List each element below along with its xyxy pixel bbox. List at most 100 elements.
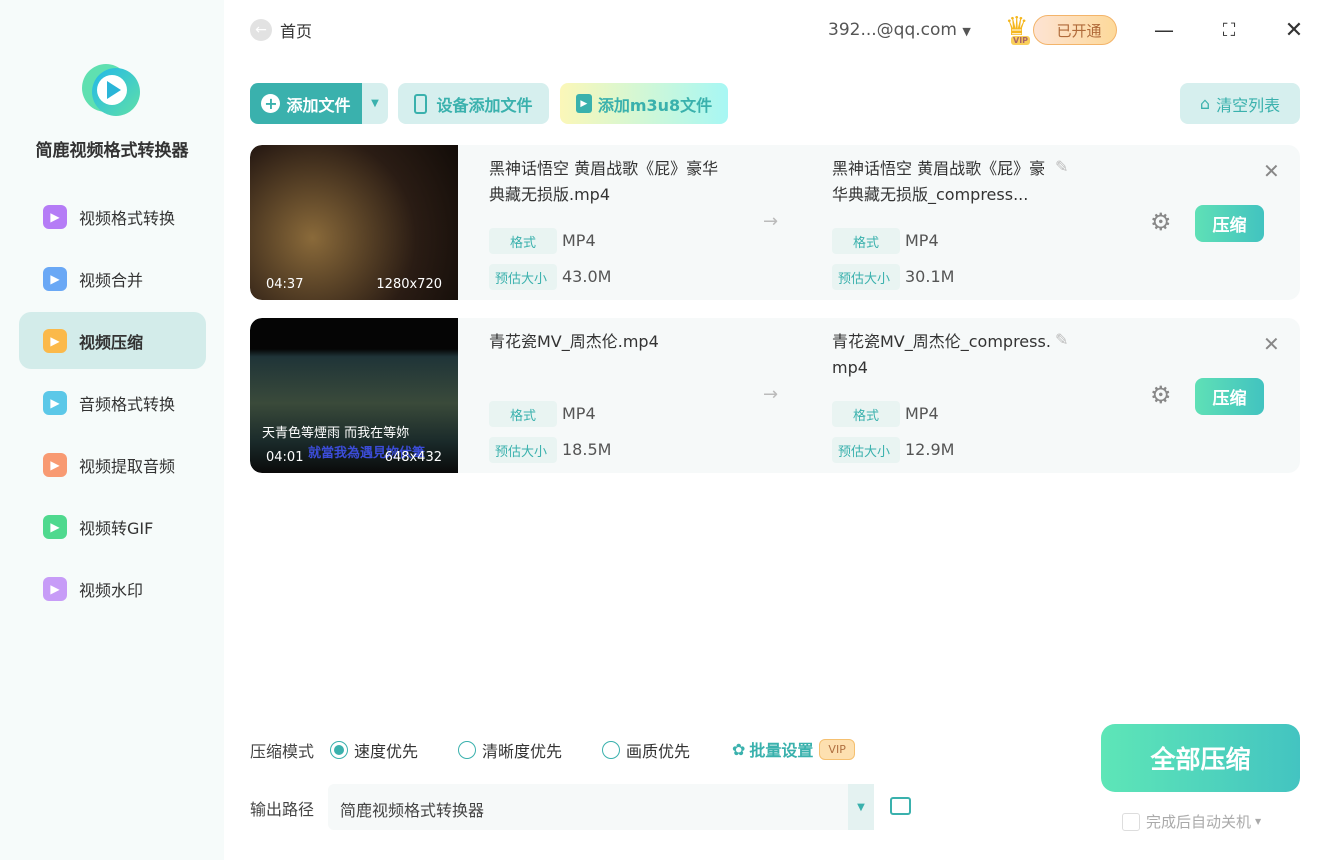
compress-mode-option[interactable]: 清晰度优先	[458, 738, 562, 762]
auto-shutdown-checkbox[interactable]: 完成后自动关机 ▼	[1122, 811, 1261, 832]
clear-list-label: 清空列表	[1216, 92, 1280, 116]
format-tag: 格式	[489, 401, 557, 427]
extract-audio-icon: ▶	[43, 453, 67, 477]
radio-button[interactable]	[458, 741, 476, 759]
size-tag: 预估大小	[832, 437, 900, 463]
source-size: 43.0M	[562, 267, 611, 286]
add-file-button[interactable]: + 添加文件	[250, 83, 362, 124]
gear-icon: ✿	[732, 740, 745, 759]
app-name: 简鹿视频格式转换器	[0, 136, 224, 161]
output-filename: 黑神话悟空 黄眉战歌《屁》豪华典藏无损版_compress...	[832, 156, 1052, 208]
size-tag: 预估大小	[489, 264, 557, 290]
sidebar-item-label: 视频水印	[79, 577, 143, 601]
sidebar-item-label: 视频压缩	[79, 329, 143, 353]
output-filename: 青花瓷MV_周杰伦_compress.mp4	[832, 329, 1052, 381]
video-merge-icon: ▶	[43, 267, 67, 291]
radio-button[interactable]	[602, 741, 620, 759]
format-tag: 格式	[832, 401, 900, 427]
vip-status: 已开通	[1033, 15, 1117, 45]
sidebar-item[interactable]: ▶视频格式转换	[19, 188, 206, 245]
sidebar-item-label: 视频合并	[79, 267, 143, 291]
sidebar-item[interactable]: ▶ 视频压缩	[19, 312, 206, 369]
compress-button[interactable]: 压缩	[1195, 205, 1264, 242]
phone-icon	[414, 94, 427, 114]
home-link[interactable]: ← 首页	[250, 18, 312, 42]
sidebar-item[interactable]: ▶ 音频格式转换	[19, 374, 206, 431]
minimize-button[interactable]: —	[1150, 16, 1178, 44]
compress-all-button[interactable]: 全部压缩	[1101, 724, 1300, 792]
source-format: MP4	[562, 231, 596, 250]
video-compress-icon: ▶	[43, 329, 67, 353]
caret-down-icon: ▼	[962, 25, 970, 38]
source-filename: 青花瓷MV_周杰伦.mp4	[489, 329, 729, 355]
file-card: 天青色等煙雨 而我在等妳 就當我為遇見妳伏筆 04:01 648x432 青花瓷…	[250, 318, 1300, 473]
format-tag: 格式	[489, 228, 557, 254]
plus-circle-icon: +	[261, 94, 280, 113]
video-thumbnail[interactable]: 天青色等煙雨 而我在等妳 就當我為遇見妳伏筆 04:01 648x432	[250, 318, 458, 473]
radio-button[interactable]	[330, 741, 348, 759]
compress-button[interactable]: 压缩	[1195, 378, 1264, 415]
folder-icon[interactable]	[890, 797, 911, 815]
format-tag: 格式	[832, 228, 900, 254]
video-resolution: 1280x720	[376, 277, 442, 292]
caret-down-icon: ▼	[848, 784, 874, 830]
output-path-select[interactable]: 简鹿视频格式转换器 ▼	[328, 784, 874, 830]
settings-gear-icon[interactable]: ⚙	[1150, 381, 1172, 409]
sidebar-item[interactable]: ▶ 视频水印	[19, 560, 206, 617]
checkbox[interactable]	[1122, 813, 1140, 831]
watermark-icon: ▶	[43, 577, 67, 601]
account-email: 392...@qq.com	[828, 20, 957, 40]
add-m3u8-button[interactable]: ▶ 添加m3u8文件	[560, 83, 728, 124]
back-arrow-icon: ←	[250, 19, 272, 41]
output-format: MP4	[905, 404, 939, 423]
arrow-right-icon: →	[763, 384, 778, 405]
settings-gear-icon[interactable]: ⚙	[1150, 208, 1172, 236]
maximize-button[interactable]: ⛶	[1215, 16, 1243, 44]
add-m3u8-label: 添加m3u8文件	[598, 92, 712, 116]
video-resolution: 648x432	[385, 450, 442, 465]
sidebar-item[interactable]: ▶ 视频提取音频	[19, 436, 206, 493]
home-label: 首页	[280, 18, 312, 42]
video-duration: 04:01	[266, 450, 303, 465]
source-size: 18.5M	[562, 440, 611, 459]
audio-convert-icon: ▶	[43, 391, 67, 415]
vip-mark: VIP	[1011, 36, 1030, 45]
clear-list-button[interactable]: ⌂ 清空列表	[1180, 83, 1300, 124]
add-file-dropdown[interactable]: ▼	[362, 83, 388, 124]
sidebar-item-label: 音频格式转换	[79, 391, 175, 415]
sidebar-item-label: 视频提取音频	[79, 453, 175, 477]
add-file-label: 添加文件	[286, 92, 350, 116]
edit-pencil-icon[interactable]: ✎	[1055, 330, 1068, 349]
sidebar-item[interactable]: ▶ 视频合并	[19, 250, 206, 307]
device-add-label: 设备添加文件	[436, 92, 532, 116]
account-dropdown[interactable]: 392...@qq.com ▼	[828, 20, 971, 40]
compress-mode-option[interactable]: 速度优先	[330, 738, 418, 762]
close-window-button[interactable]: ✕	[1280, 16, 1308, 44]
size-tag: 预估大小	[832, 264, 900, 290]
edit-pencil-icon[interactable]: ✎	[1055, 157, 1068, 176]
output-path-value: 简鹿视频格式转换器	[340, 797, 484, 821]
sidebar: 简鹿视频格式转换器 ▶视频格式转换▶视频合并▶视频压缩▶音频格式转换▶视频提取音…	[0, 0, 224, 860]
video-duration: 04:37	[266, 277, 303, 292]
broom-icon: ⌂	[1200, 94, 1210, 113]
caret-down-icon: ▼	[1255, 817, 1261, 826]
sidebar-item[interactable]: ▶视频转GIF	[19, 498, 206, 555]
device-add-button[interactable]: 设备添加文件	[398, 83, 549, 124]
output-size: 12.9M	[905, 440, 954, 459]
remove-file-icon[interactable]: ✕	[1263, 159, 1280, 183]
mode-label: 画质优先	[626, 738, 690, 762]
mode-label: 清晰度优先	[482, 738, 562, 762]
batch-settings-button[interactable]: ✿ 批量设置 VIP	[732, 737, 855, 761]
batch-settings-label: 批量设置	[749, 737, 813, 761]
sidebar-item-label: 视频格式转换	[79, 205, 175, 229]
vip-badge[interactable]: 已开通 ♛ VIP	[1005, 12, 1117, 48]
gif-icon: ▶	[43, 515, 67, 539]
output-path-label: 输出路径	[250, 796, 314, 820]
output-size: 30.1M	[905, 267, 954, 286]
source-filename: 黑神话悟空 黄眉战歌《屁》豪华典藏无损版.mp4	[489, 156, 729, 208]
subtitle-line: 天青色等煙雨 而我在等妳	[262, 422, 409, 441]
remove-file-icon[interactable]: ✕	[1263, 332, 1280, 356]
video-thumbnail[interactable]: 04:37 1280x720	[250, 145, 458, 300]
compress-mode-option[interactable]: 画质优先	[602, 738, 690, 762]
arrow-right-icon: →	[763, 211, 778, 232]
